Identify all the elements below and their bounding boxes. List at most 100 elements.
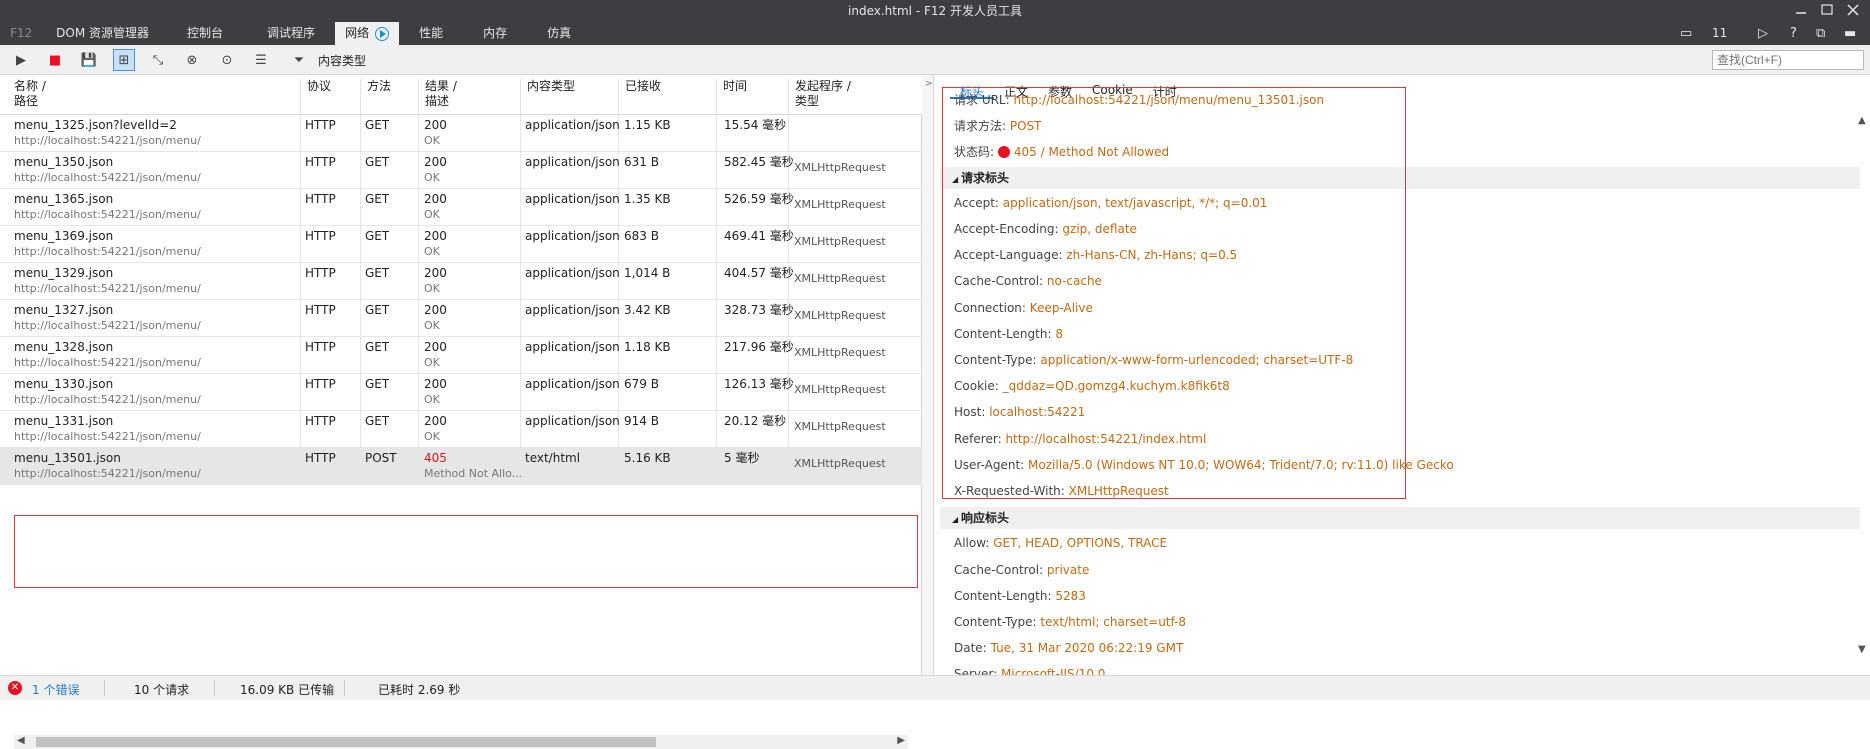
minimize-icon[interactable] (1792, 3, 1810, 17)
always-refresh-icon[interactable]: ⊞ (113, 49, 135, 71)
request-protocol-cell: HTTP (305, 229, 336, 244)
horizontal-scrollbar[interactable]: ◀ ▶ (14, 735, 908, 749)
request-initiator-cell: XMLHttpRequest (794, 419, 886, 434)
column-divider (418, 411, 419, 448)
request-header-value: localhost:54221 (989, 405, 1086, 420)
undock-icon[interactable]: ⧉ (1816, 26, 1825, 41)
scroll-left-icon[interactable]: ◀ (17, 735, 25, 746)
request-protocol-cell: HTTP (305, 118, 336, 133)
save-icon[interactable]: 💾 (78, 49, 100, 71)
divider (344, 680, 345, 696)
col-initiator[interactable]: 发起程序 / 类型 (788, 79, 851, 115)
tab-network[interactable]: 网络 (335, 22, 400, 45)
table-row[interactable]: menu_1325.json?levelId=2 http://localhost… (0, 115, 922, 152)
tab-memory[interactable]: 内存 (463, 22, 527, 45)
request-protocol: HTTP (305, 266, 336, 280)
scroll-up-icon[interactable]: ▲ (1858, 115, 1866, 126)
request-name: menu_1329.json (14, 266, 114, 280)
play-icon[interactable]: ▶ (10, 49, 32, 71)
request-headers-section[interactable]: ◢ 请求标头 (940, 166, 1860, 189)
table-row[interactable]: menu_1329.json http://localhost:54221/jso… (0, 263, 922, 300)
chevron-right-icon[interactable]: > (925, 79, 933, 89)
tab-dom-explorer[interactable]: DOM 资源管理器 (42, 22, 163, 45)
table-row[interactable]: menu_1365.json http://localhost:54221/jso… (0, 189, 922, 226)
request-header-key: User-Agent: (954, 457, 1025, 472)
table-header: 名称 / 路径 协议 方法 结果 / 描述 内容类型 已接收 时间 发起程序 / 类型 (0, 75, 922, 115)
col-name-path[interactable]: 名称 / 路径 (8, 79, 46, 115)
tab-f12[interactable]: F12 (0, 22, 42, 45)
request-method-cell: GET (365, 414, 389, 429)
request-time-cell: 5 毫秒 (724, 451, 759, 466)
help-icon[interactable]: ? (1790, 26, 1797, 41)
col-content-type[interactable]: 内容类型 (520, 79, 575, 115)
column-divider (360, 448, 361, 485)
table-row[interactable]: menu_1330.json http://localhost:54221/jso… (0, 374, 922, 411)
request-protocol: HTTP (305, 414, 336, 428)
request-header-value: Keep-Alive (1029, 300, 1093, 315)
collapse-triangle-icon[interactable]: ◢ (952, 175, 961, 184)
table-row[interactable]: menu_1328.json http://localhost:54221/jso… (0, 337, 922, 374)
clear-cache-icon[interactable]: ⊗ (181, 49, 203, 71)
clear-cookies-icon[interactable]: ⊙ (216, 49, 238, 71)
col-method[interactable]: 方法 (360, 79, 391, 115)
table-row[interactable]: menu_1331.json http://localhost:54221/jso… (0, 411, 922, 448)
scroll-right-icon[interactable]: ▶ (897, 735, 905, 746)
tab-emulation[interactable]: 仿真 (527, 22, 591, 45)
content-type-filter[interactable]: 内容类型 (318, 52, 366, 69)
col-protocol[interactable]: 协议 (300, 79, 331, 115)
col-time[interactable]: 时间 (716, 79, 747, 115)
request-initiator-cell: XMLHttpRequest (794, 160, 886, 175)
request-method-cell: GET (365, 155, 389, 170)
request-name-cell: menu_13501.json http://localhost:54221/js… (14, 451, 201, 481)
request-result-cell: 200 OK (424, 340, 447, 370)
tab-debugger[interactable]: 调试程序 (247, 22, 335, 45)
request-name-cell: menu_1325.json?levelId=2 http://localhost… (14, 118, 201, 148)
request-protocol: HTTP (305, 118, 336, 132)
filter-icon[interactable]: ⏷ (288, 49, 310, 71)
error-count[interactable]: 1 个错误 (32, 681, 79, 698)
response-headers-section[interactable]: ◢ 响应标头 (940, 507, 1860, 530)
col-path-label: 路径 (14, 94, 39, 108)
find-input[interactable] (1712, 50, 1864, 70)
table-row[interactable]: menu_1327.json http://localhost:54221/jso… (0, 300, 922, 337)
clear-list-icon[interactable]: ☰ (250, 49, 272, 71)
console-prompt-icon[interactable]: ▷ (1758, 26, 1768, 41)
tab-console[interactable]: 控制台 (163, 22, 247, 45)
pane-splitter[interactable]: > (922, 75, 934, 675)
clear-entries-icon[interactable]: ⤡ (147, 49, 169, 71)
request-content-type-cell: application/json (525, 192, 620, 207)
tab-performance[interactable]: 性能 (399, 22, 463, 45)
col-method-label: 方法 (367, 79, 392, 93)
maximize-icon[interactable] (1818, 3, 1836, 17)
collapse-triangle-icon[interactable]: ◢ (952, 515, 961, 524)
request-name: menu_13501.json (14, 451, 121, 465)
column-divider (520, 115, 521, 152)
request-name-sub: http://localhost:54221/json/menu/ (14, 393, 201, 406)
table-row[interactable]: menu_1369.json http://localhost:54221/jso… (0, 226, 922, 263)
dock-icon[interactable]: ▬ (1844, 26, 1856, 41)
request-initiator: XMLHttpRequest (794, 346, 886, 359)
request-content-type-cell: application/json (525, 303, 620, 318)
request-received: 5.16 KB (624, 451, 671, 465)
scrollbar-thumb[interactable] (36, 737, 656, 747)
col-result[interactable]: 结果 / 描述 (418, 79, 457, 115)
response-header-key: Content-Length: (954, 588, 1052, 603)
table-row[interactable]: menu_13501.json http://localhost:54221/js… (0, 448, 922, 485)
request-header: Connection: Keep-Alive (954, 301, 1093, 315)
vertical-scrollbar[interactable]: ▲ ▼ (1856, 115, 1870, 655)
scroll-down-icon[interactable]: ▼ (1858, 644, 1866, 655)
stop-icon[interactable]: ■ (44, 49, 66, 71)
column-divider (716, 152, 717, 189)
column-divider (618, 448, 619, 485)
request-header-key: Referer: (954, 431, 1002, 446)
response-header-key: Content-Type: (954, 615, 1037, 629)
request-protocol: HTTP (305, 340, 336, 354)
request-name-cell: menu_1350.json http://localhost:54221/jso… (14, 155, 201, 185)
table-row[interactable]: menu_1350.json http://localhost:54221/jso… (0, 152, 922, 189)
request-initiator: XMLHttpRequest (794, 198, 886, 211)
request-method: GET (365, 229, 390, 243)
network-toolbar: ▶ ■ 💾 ⊞ ⤡ ⊗ ⊙ ☰ ⏷ 内容类型 (0, 45, 1870, 75)
monitor-icon[interactable]: ▭ (1680, 26, 1692, 41)
close-icon[interactable] (1844, 3, 1862, 17)
col-received[interactable]: 已接收 (618, 79, 661, 115)
